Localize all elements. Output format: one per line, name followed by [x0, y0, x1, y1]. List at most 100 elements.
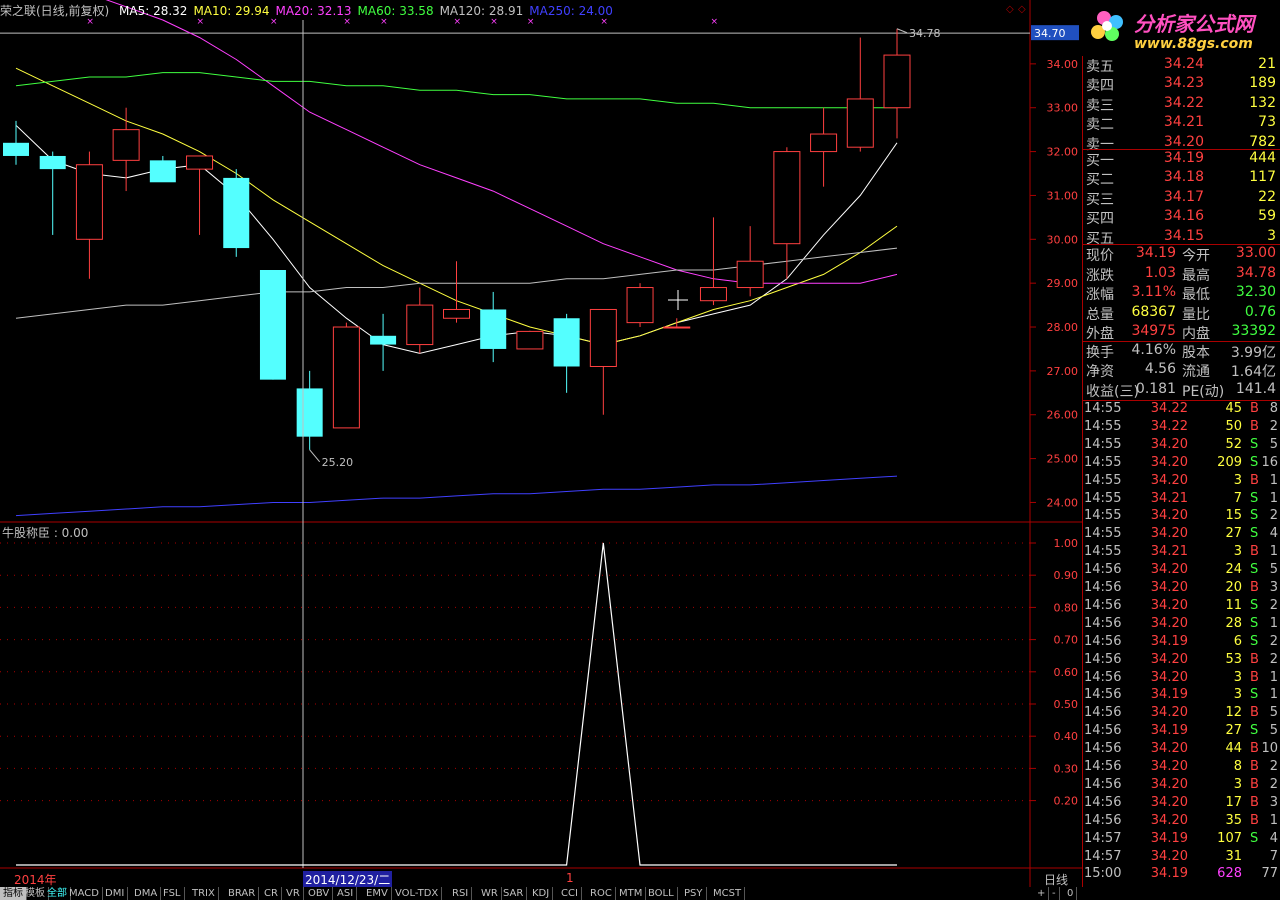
tick-volume: 11 [1225, 597, 1242, 613]
ma-line-ma60 [15, 72, 897, 109]
bid-price: 34.19 [1163, 150, 1204, 166]
indicator-tab[interactable]: PSY [681, 887, 707, 900]
indicator-tab[interactable]: BRAR [225, 887, 260, 900]
indicator-tick-label: 0.90 [1054, 569, 1079, 582]
tick-row: 14:56 34.20 24 S 5 [1084, 562, 1278, 580]
indicator-tab[interactable]: DMA [131, 887, 162, 900]
cursor-date-label: 2014/12/23/二 [303, 871, 393, 888]
stat-label: 股本 [1182, 345, 1210, 361]
tick-time: 14:55 [1084, 526, 1122, 542]
tick-count: 4 [1269, 526, 1278, 542]
tick-volume: 28 [1225, 615, 1242, 631]
indicator-tab[interactable]: SAR [500, 887, 528, 900]
indicator-tab[interactable]: EMV [363, 887, 392, 900]
tick-volume: 50 [1225, 418, 1242, 434]
tab-control-button[interactable]: + [1034, 887, 1050, 900]
restore-icon[interactable]: ◇ [1006, 4, 1014, 15]
tick-count: 2 [1269, 759, 1278, 774]
tick-time: 14:56 [1084, 597, 1122, 613]
candle [443, 261, 470, 323]
tick-count: 3 [1269, 580, 1278, 595]
tick-count: 5 [1269, 436, 1278, 452]
tick-side: S [1250, 436, 1259, 452]
indicator-tab[interactable]: KDJ [529, 887, 554, 900]
ma-legend-item: MA10: 29.94 [193, 4, 270, 18]
tick-time: 14:56 [1084, 651, 1122, 667]
indicator-line [16, 542, 897, 866]
tick-time: 14:57 [1084, 830, 1122, 846]
tick-side: S [1250, 562, 1259, 578]
indicator-tab[interactable]: VOL-TDX [392, 887, 443, 900]
kline-chart-area[interactable]: 34.00 33.00 32.00 31.00 30.00 29.00 28.00 27.00… [0, 0, 1082, 900]
indicator-tab[interactable]: FSL [160, 887, 185, 900]
ma-legend: MA5: 28.32 MA10: 29.94 MA20: 32.13 MA60: 33… [119, 4, 619, 18]
tick-time: 14:55 [1084, 472, 1122, 488]
stat-label: 总量 [1086, 306, 1114, 323]
indicator-tab[interactable]: DMI [102, 887, 129, 900]
tick-row: 14:56 34.19 27 S 5 [1084, 723, 1278, 741]
tick-side: B [1250, 651, 1259, 667]
tick-side: B [1250, 759, 1259, 774]
tick-price: 34.20 [1150, 794, 1188, 810]
tick-count: 1 [1269, 544, 1278, 560]
candle [699, 217, 727, 306]
price-tick-label: 30.00 [1047, 233, 1079, 246]
stat-value: 34.19 [1135, 245, 1176, 261]
candle-body [75, 164, 103, 240]
candle [370, 313, 397, 371]
indicator-tab[interactable]: ASI [334, 887, 358, 900]
ma-line-ma250 [15, 475, 898, 517]
indicator-tab[interactable]: MTM [616, 887, 647, 900]
tick-row: 14:56 34.20 8 B 2 [1084, 759, 1278, 777]
indicator-tab[interactable]: MACD [66, 887, 103, 900]
stat-label: 内盘 [1182, 326, 1210, 342]
candle-body [223, 177, 250, 249]
tick-price: 34.20 [1150, 436, 1188, 452]
candle-body [480, 309, 507, 349]
candle [773, 147, 801, 279]
quote-stat-row: 外盘 34975 内盘 33392 [1084, 323, 1278, 342]
indicator-tab[interactable]: WR [478, 887, 502, 900]
candle-body [443, 308, 470, 319]
tick-side: B [1250, 669, 1259, 685]
tick-row: 14:57 34.19 107 S 4 [1084, 831, 1278, 849]
ma-legend-item: MA20: 32.13 [275, 4, 352, 18]
tick-count: 2 [1269, 418, 1278, 434]
ma-legend-item: MA120: 28.91 [439, 4, 524, 18]
candle [75, 151, 103, 279]
indicator-tab[interactable]: CR [261, 887, 282, 900]
tick-volume: 31 [1225, 848, 1242, 864]
bid-row: 买一 34.19 444 [1084, 150, 1278, 169]
ask-volume: 782 [1249, 133, 1276, 150]
high-pointer [896, 28, 908, 34]
ask-label: 卖五 [1086, 59, 1114, 75]
tick-price: 34.20 [1150, 454, 1188, 470]
tick-side: S [1250, 615, 1259, 631]
tab-control-button[interactable]: - [1049, 887, 1060, 900]
tick-volume: 3 [1233, 776, 1242, 792]
tick-count: 2 [1269, 776, 1278, 792]
indicator-tab[interactable]: CCI [558, 887, 582, 900]
tick-price: 34.19 [1150, 633, 1188, 649]
tick-side: B [1250, 472, 1259, 488]
tick-count: 3 [1269, 794, 1278, 810]
indicator-tab[interactable]: BOLL [645, 887, 678, 900]
tick-price: 34.21 [1150, 490, 1188, 506]
stat-label: PE(动) [1182, 383, 1225, 400]
tick-side: B [1250, 705, 1259, 721]
tab-control-button[interactable]: 0 [1064, 887, 1078, 900]
tick-price: 34.22 [1150, 401, 1188, 416]
tick-time: 14:56 [1084, 723, 1122, 739]
ask-row: 卖三 34.22 132 [1084, 95, 1278, 114]
indicator-tab[interactable]: OBV [305, 887, 334, 900]
indicator-tab[interactable]: TRIX [189, 887, 219, 900]
indicator-tab[interactable]: ROC [587, 887, 616, 900]
ask-volume: 189 [1249, 75, 1276, 92]
close-icon[interactable]: ◇ [1018, 4, 1026, 15]
indicator-tab[interactable]: MCST [710, 887, 746, 900]
tick-side: B [1250, 794, 1259, 810]
indicator-tab[interactable]: RSI [449, 887, 473, 900]
candle [259, 270, 286, 380]
indicator-tab[interactable]: VR [283, 887, 304, 900]
period-label[interactable]: 日线 [1044, 871, 1068, 888]
